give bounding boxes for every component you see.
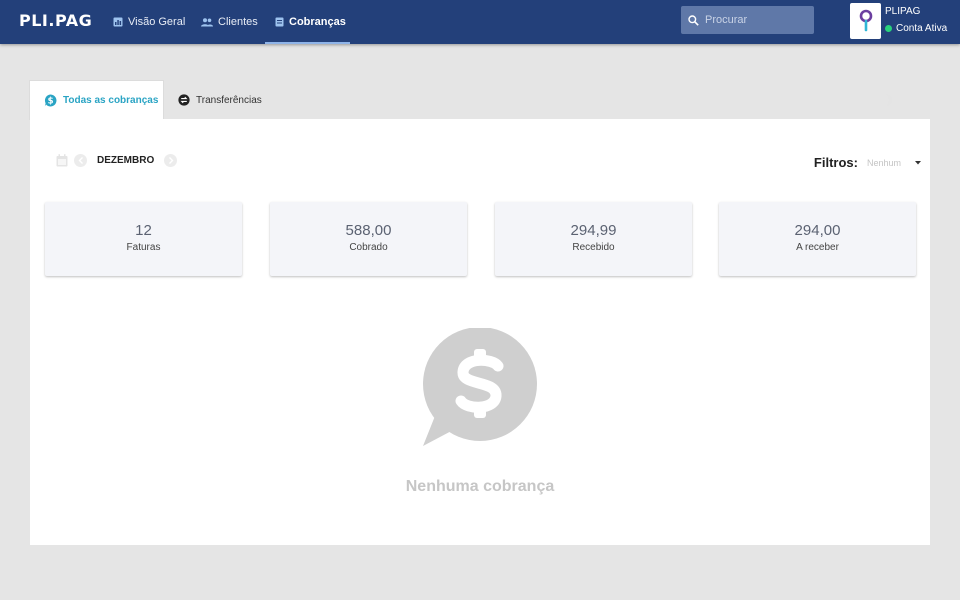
app-logo[interactable]: PLI.PAG [19, 11, 92, 30]
summary-value: 294,00 [794, 222, 841, 239]
search-icon [688, 14, 699, 26]
summary-value: 12 [135, 222, 152, 239]
empty-state-message: Nenhuma cobrança [405, 478, 555, 495]
chevron-right-icon [168, 157, 174, 164]
search-input[interactable] [705, 14, 805, 26]
summary-card-cobrado: 588,00 Cobrado [270, 202, 467, 276]
tab-label: Transferências [196, 94, 262, 106]
account-name: PLIPAG [885, 6, 921, 17]
nav-item-clientes[interactable]: Clientes [201, 0, 258, 44]
month-navigator: DEZEMBRO [56, 154, 178, 167]
tab-transferencias[interactable]: Transferências [178, 80, 262, 120]
caret-down-icon [915, 160, 921, 164]
summary-label: Faturas [126, 242, 161, 253]
people-icon [201, 17, 213, 26]
chevron-left-icon [78, 157, 83, 164]
active-nav-indicator [265, 42, 350, 44]
summary-card-faturas: 12 Faturas [45, 202, 242, 276]
filters-selected-value: Nenhum [866, 157, 901, 168]
next-month-button[interactable] [164, 154, 178, 167]
avatar[interactable] [850, 3, 881, 39]
tab-todas-cobrancas[interactable]: $ Todas as cobranças [29, 80, 164, 120]
filters: Filtros: Nenhum [814, 155, 921, 170]
previous-month-button[interactable] [74, 154, 87, 167]
summary-label: Recebido [572, 242, 615, 253]
plipag-brand-icon [859, 9, 872, 32]
summary-label: Cobrado [349, 242, 388, 253]
nav-item-label: Clientes [218, 16, 258, 28]
search-box[interactable] [681, 6, 814, 34]
summary-value: 588,00 [345, 222, 392, 239]
svg-text:$: $ [48, 97, 54, 107]
filters-dropdown[interactable]: Nenhum [867, 158, 921, 168]
dashboard-icon [113, 17, 123, 27]
tab-label: Todas as cobranças [63, 95, 159, 106]
account-status-label: Conta Ativa [896, 23, 948, 34]
transfer-icon [178, 94, 190, 106]
summary-value: 294,99 [570, 222, 617, 239]
nav-item-label: Cobranças [289, 16, 346, 28]
nav-item-label: Visão Geral [128, 16, 186, 28]
summary-label: A receber [796, 242, 839, 253]
dollar-icon: $ [44, 94, 57, 107]
status-dot-icon [885, 25, 892, 32]
half-moon-icon[interactable] [882, 93, 894, 107]
nav-item-cobrancas[interactable]: Cobranças [275, 0, 346, 44]
top-navbar: PLI.PAG Visão Geral Clientes Cobranças P… [0, 0, 960, 44]
calendar-icon[interactable] [56, 154, 68, 167]
filters-label: Filtros: [813, 155, 858, 170]
summary-card-recebido: 294,99 Recebido [495, 202, 692, 276]
dollar-chat-bubble-icon [423, 328, 537, 446]
summary-card-a-receber: 294,00 A receber [719, 202, 916, 276]
nav-item-visao-geral[interactable]: Visão Geral [113, 0, 185, 44]
account-status: Conta Ativa [885, 23, 947, 34]
invoice-icon [275, 17, 284, 27]
current-month-label: DEZEMBRO [97, 155, 155, 166]
